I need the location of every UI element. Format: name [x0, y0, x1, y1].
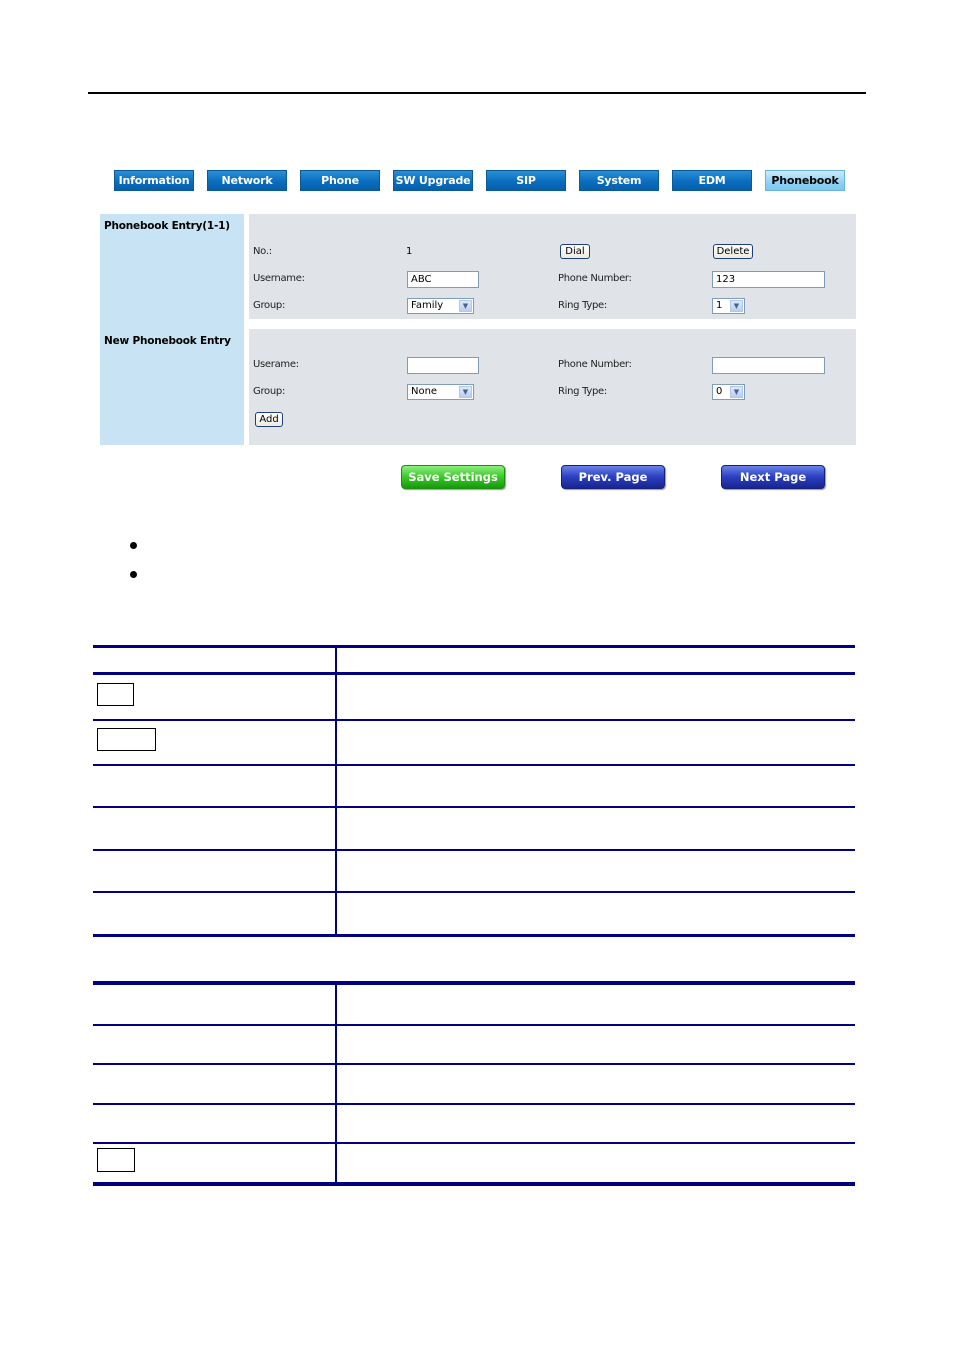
- next-page-button[interactable]: Next Page: [721, 465, 825, 489]
- tab-edm[interactable]: EDM: [672, 170, 752, 191]
- new-phone-input[interactable]: [712, 357, 825, 374]
- table-rule: [93, 981, 855, 985]
- new-group-label: Group:: [253, 386, 286, 397]
- new-username-label: Userame:: [253, 359, 299, 370]
- description-table-1: [93, 645, 855, 937]
- delete-button[interactable]: Delete: [713, 244, 753, 259]
- prev-page-button[interactable]: Prev. Page: [561, 465, 665, 489]
- new-entry-panel: [249, 329, 856, 445]
- add-button-illustration: [97, 1148, 135, 1172]
- table-rule: [93, 645, 855, 648]
- table-rule: [93, 719, 855, 721]
- entry-phone-input[interactable]: 123: [712, 271, 825, 288]
- tab-sw-upgrade[interactable]: SW Upgrade: [393, 170, 473, 191]
- entry-username-label: Username:: [253, 273, 305, 284]
- tab-sip[interactable]: SIP: [486, 170, 566, 191]
- tab-phonebook[interactable]: Phonebook: [765, 170, 845, 191]
- entry-phone-label: Phone Number:: [558, 273, 632, 284]
- save-settings-button[interactable]: Save Settings: [401, 465, 505, 489]
- section-label-column: [100, 214, 244, 445]
- table-rule: [93, 1103, 855, 1105]
- phonebook-entry-title: Phonebook Entry(1-1): [104, 220, 230, 232]
- add-button[interactable]: Add: [255, 412, 283, 427]
- new-group-value: None: [411, 386, 438, 397]
- table-rule: [93, 849, 855, 851]
- dial-button[interactable]: Dial: [560, 244, 590, 259]
- description-table-2: [93, 981, 855, 1187]
- page-header-rule: [88, 92, 866, 94]
- table-rule: [93, 891, 855, 893]
- table-rule: [93, 806, 855, 808]
- nav-tabs: Information Network Phone SW Upgrade SIP…: [0, 170, 954, 192]
- entry-ring-select[interactable]: 1 ▼: [712, 298, 745, 314]
- chevron-down-icon: ▼: [730, 300, 743, 312]
- tab-network[interactable]: Network: [207, 170, 287, 191]
- new-ring-label: Ring Type:: [558, 386, 607, 397]
- bullet-dot: [130, 542, 137, 549]
- dial-button-illustration: [97, 683, 134, 706]
- entry-ring-value: 1: [716, 300, 723, 311]
- chevron-down-icon: ▼: [459, 300, 472, 312]
- table-rule: [93, 672, 855, 675]
- entry-group-label: Group:: [253, 300, 286, 311]
- new-ring-select[interactable]: 0 ▼: [712, 384, 745, 400]
- entry-no-value: 1: [406, 246, 413, 257]
- entry-no-label: No.:: [253, 246, 272, 257]
- new-phonebook-entry-title: New Phonebook Entry: [104, 335, 231, 347]
- table-rule: [93, 1142, 855, 1144]
- entry-ring-label: Ring Type:: [558, 300, 607, 311]
- table-rule: [93, 764, 855, 766]
- bullet-dot: [130, 571, 137, 578]
- new-phone-label: Phone Number:: [558, 359, 632, 370]
- phonebook-entry-panel: [249, 214, 856, 319]
- entry-group-select[interactable]: Family ▼: [407, 298, 474, 314]
- new-ring-value: 0: [716, 386, 723, 397]
- tab-information[interactable]: Information: [114, 170, 194, 191]
- table-rule: [93, 1063, 855, 1065]
- entry-group-value: Family: [411, 300, 444, 311]
- table-column-divider: [335, 647, 337, 935]
- entry-username-input[interactable]: ABC: [407, 271, 479, 288]
- table-rule: [93, 934, 855, 937]
- chevron-down-icon: ▼: [730, 386, 743, 398]
- tab-system[interactable]: System: [579, 170, 659, 191]
- new-group-select[interactable]: None ▼: [407, 384, 474, 400]
- delete-button-illustration: [97, 728, 156, 751]
- tab-phone[interactable]: Phone: [300, 170, 380, 191]
- table-rule: [93, 1182, 855, 1186]
- table-rule: [93, 1024, 855, 1026]
- table-column-divider: [335, 984, 337, 1183]
- new-username-input[interactable]: [407, 357, 479, 374]
- chevron-down-icon: ▼: [459, 386, 472, 398]
